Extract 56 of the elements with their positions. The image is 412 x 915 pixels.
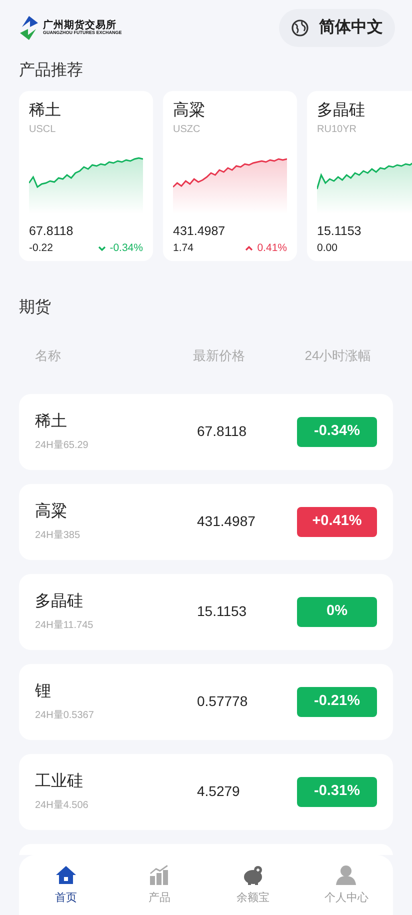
product-price: 15.1153	[317, 222, 362, 240]
volume-text: 24H量11.745	[35, 619, 94, 633]
price-text: 15.1153	[197, 602, 248, 621]
section-title: 期货	[19, 298, 52, 318]
change-badge: -0.34%	[297, 416, 377, 446]
futures-name: 工业硅	[35, 772, 84, 792]
tab-button[interactable]: 首页	[19, 855, 112, 915]
product-card[interactable]: 多晶硅 RU10YR 15.1153 0.00	[307, 91, 412, 261]
section-title: 产品推荐	[19, 60, 84, 81]
column-header: 最新价格	[193, 347, 246, 365]
column-header: 24小时涨幅	[304, 347, 372, 365]
user-icon	[335, 864, 358, 886]
price-change: -0.22	[29, 240, 53, 256]
volume-text: 24H量4.506	[35, 799, 90, 813]
futures-name: 多晶硅	[35, 592, 84, 612]
volume-text: 24H量0.5367	[35, 709, 95, 723]
futures-row[interactable]: 锂 24H量0.5367 0.57778 -0.21%	[19, 664, 393, 740]
product-code: USCL	[29, 122, 57, 137]
logo-icon	[19, 14, 39, 40]
language-button[interactable]: 简体中文	[279, 8, 395, 46]
product-name: 高粱	[173, 101, 206, 121]
product-price: 431.4987	[173, 222, 226, 240]
futures-row[interactable]: 稀土 24H量65.29 67.8118 -0.34%	[19, 394, 393, 470]
volume-text: 24H量65.29	[35, 439, 90, 453]
futures-name: 锂	[35, 682, 52, 702]
globe-icon	[291, 18, 309, 36]
percent-change: 0.41%	[257, 240, 287, 256]
product-name: 稀土	[29, 101, 62, 121]
column-header: 名称	[35, 347, 62, 365]
bar-chart-icon	[148, 864, 170, 886]
price-change: 1.74	[173, 240, 194, 256]
volume-text: 24H量385	[35, 529, 82, 543]
price-text: 4.5279	[197, 782, 241, 801]
percent-change: -0.34%	[110, 240, 143, 256]
change-badge: 0%	[297, 596, 377, 626]
change-badge: -0.31%	[297, 776, 377, 806]
change-badge: +0.41%	[297, 506, 377, 536]
futures-row[interactable]: 高粱 24H量385 431.4987 +0.41%	[19, 484, 393, 560]
logo-name: 广州期货交易所	[43, 20, 116, 31]
price-text: 0.57778	[197, 692, 249, 711]
product-card[interactable]: 高粱 USZC 431.4987 1.74 0.41%	[163, 91, 297, 261]
product-price: 67.8118	[29, 222, 74, 240]
futures-row[interactable]: 多晶硅 24H量11.745 15.1153 0%	[19, 574, 393, 650]
price-text: 67.8118	[197, 422, 248, 441]
home-icon	[54, 864, 77, 886]
futures-row[interactable]: 工业硅 24H量4.506 4.5279 -0.31%	[19, 754, 393, 830]
product-name: 多晶硅	[317, 101, 366, 121]
change-badge: -0.21%	[297, 686, 377, 716]
product-code: USZC	[173, 122, 202, 137]
piggy-bank-icon	[242, 864, 264, 886]
product-code: RU10YR	[317, 122, 358, 137]
price-text: 431.4987	[197, 512, 256, 531]
product-card[interactable]: 稀土 USCL 67.8118 -0.22 -0.34%	[19, 91, 153, 261]
price-change: 0.00	[317, 240, 338, 256]
futures-name: 稀土	[35, 412, 68, 432]
futures-name: 高粱	[35, 502, 68, 522]
